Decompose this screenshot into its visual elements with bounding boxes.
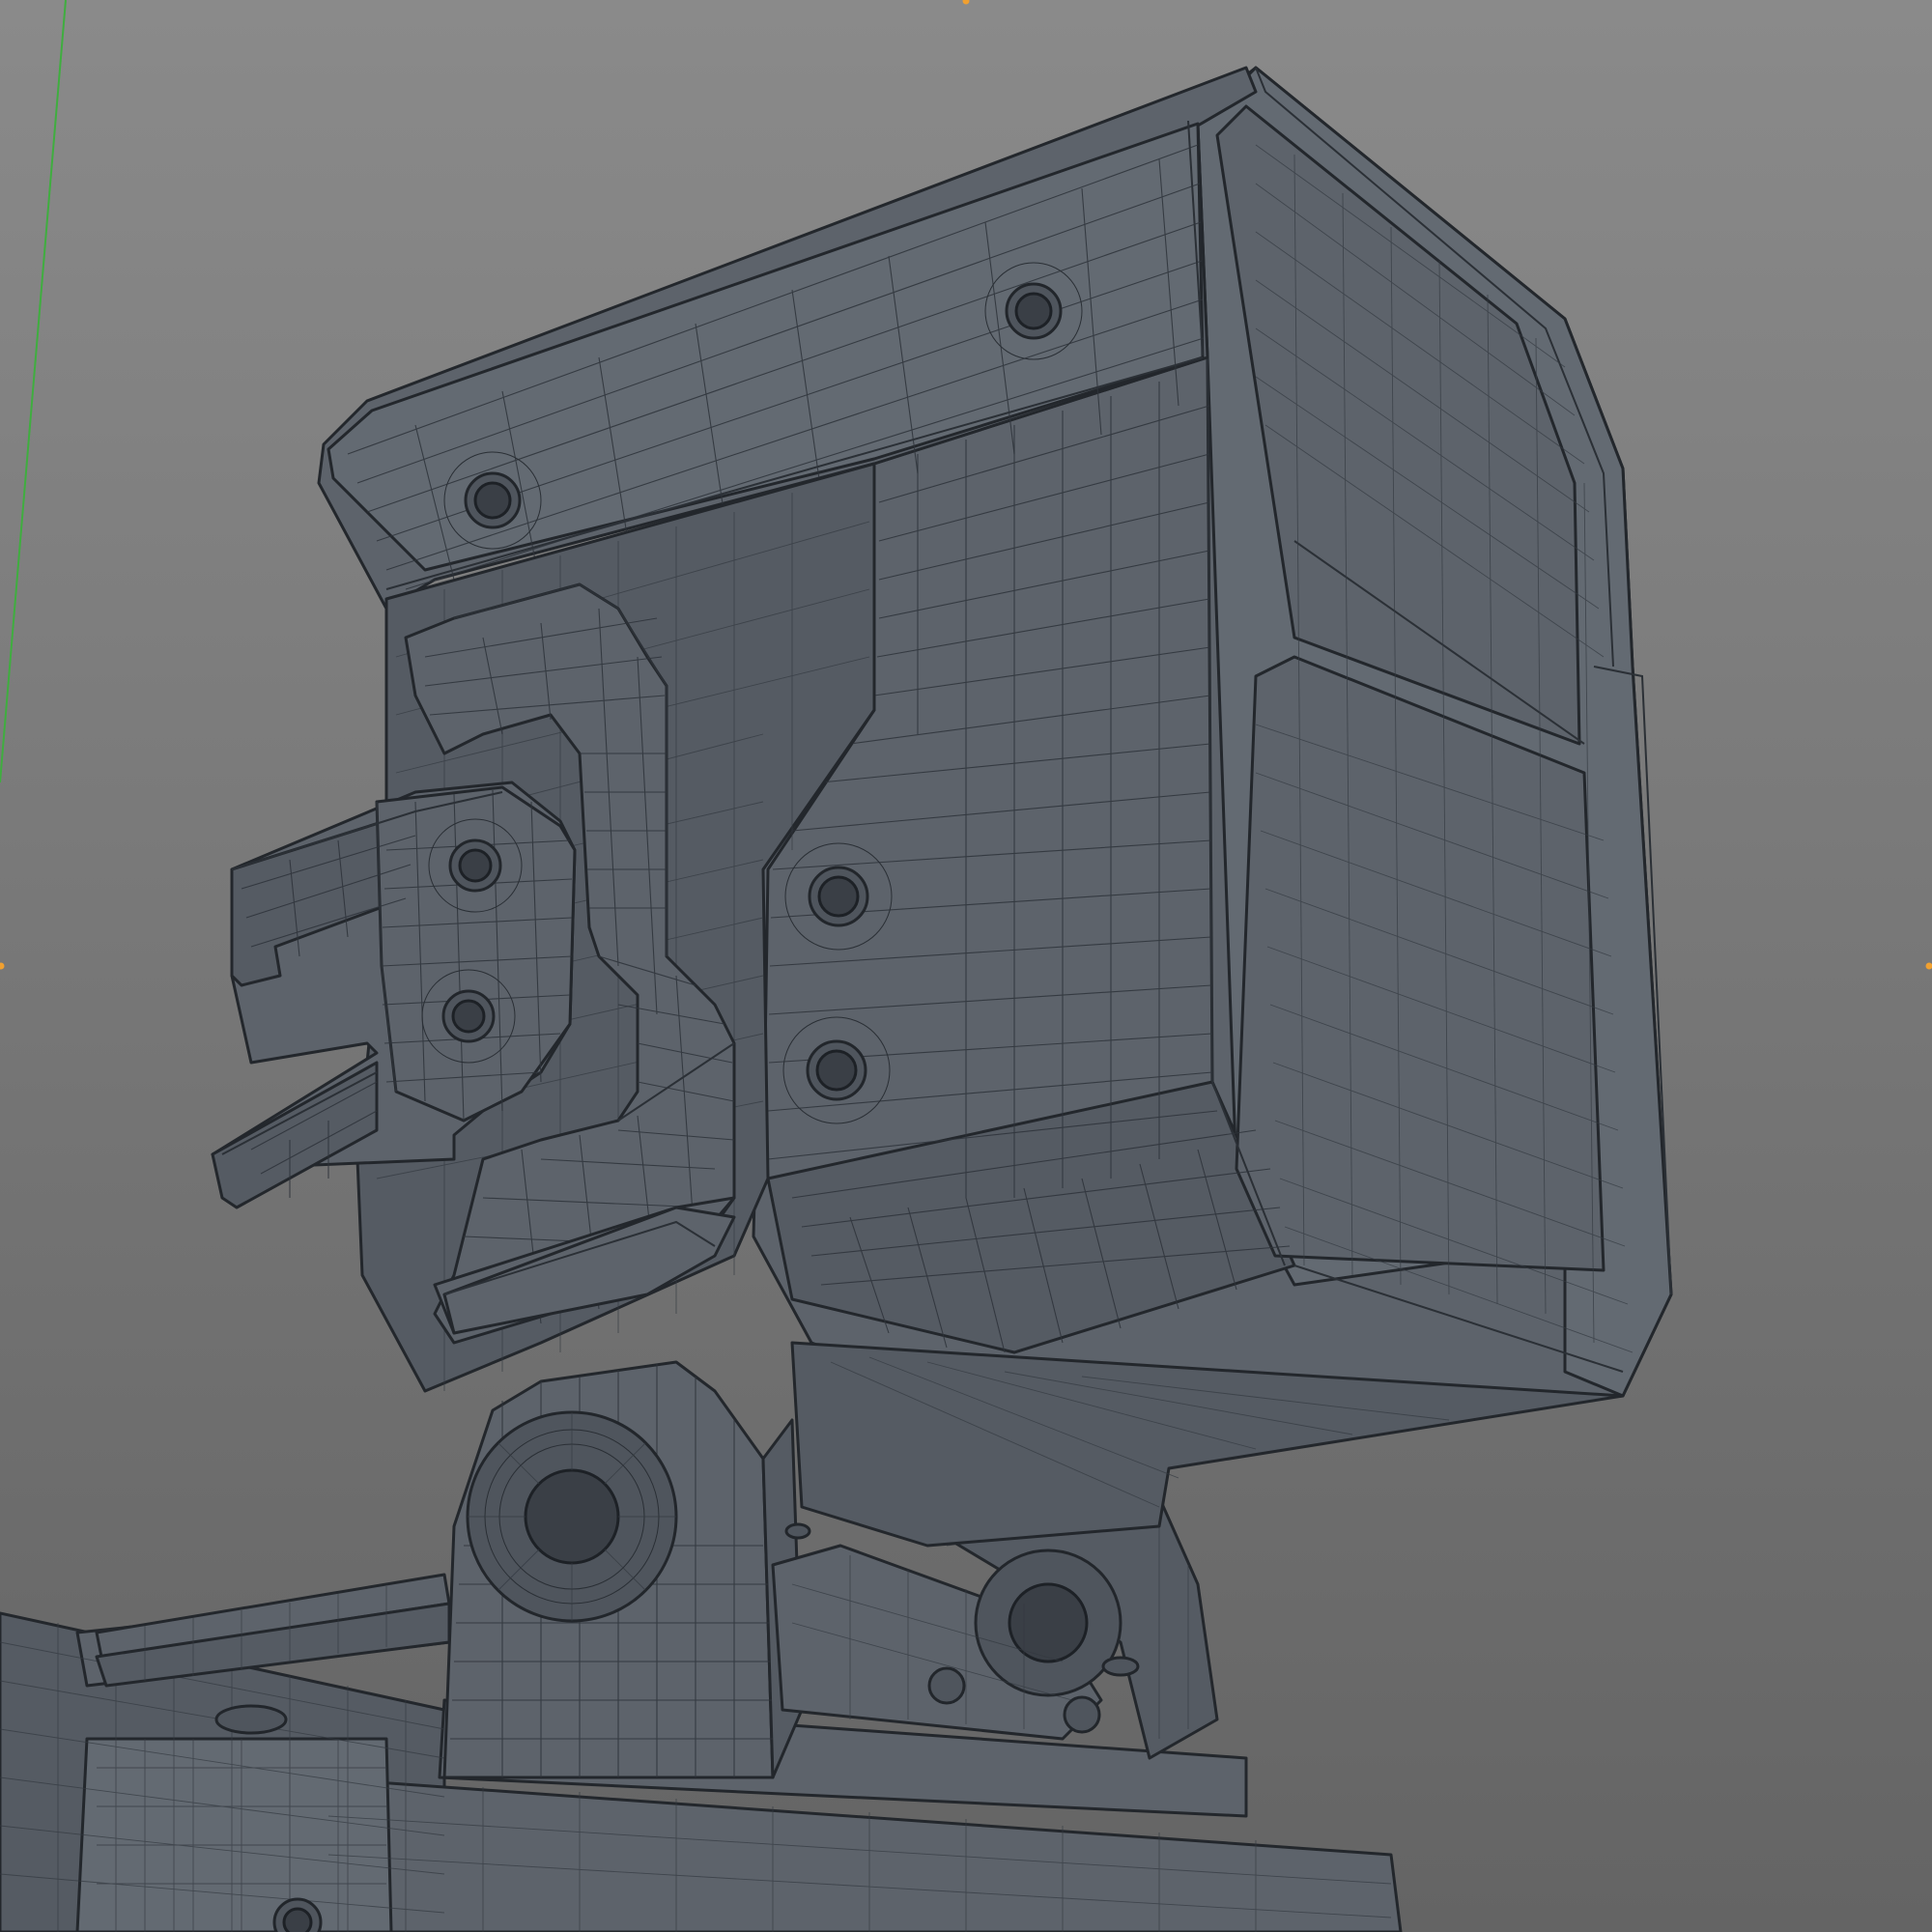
viewport-marker-right	[1925, 962, 1932, 970]
3d-viewport[interactable]	[0, 0, 1932, 1932]
hinge-mount[interactable]	[442, 1360, 804, 1779]
viewport-marker-left	[0, 962, 5, 970]
bolt-small-center	[784, 1522, 811, 1540]
rail-bars[interactable]	[95, 1573, 451, 1688]
y-axis-line	[0, 0, 67, 783]
viewport-marker-top	[962, 0, 970, 5]
viewport-scene	[0, 0, 1932, 1932]
